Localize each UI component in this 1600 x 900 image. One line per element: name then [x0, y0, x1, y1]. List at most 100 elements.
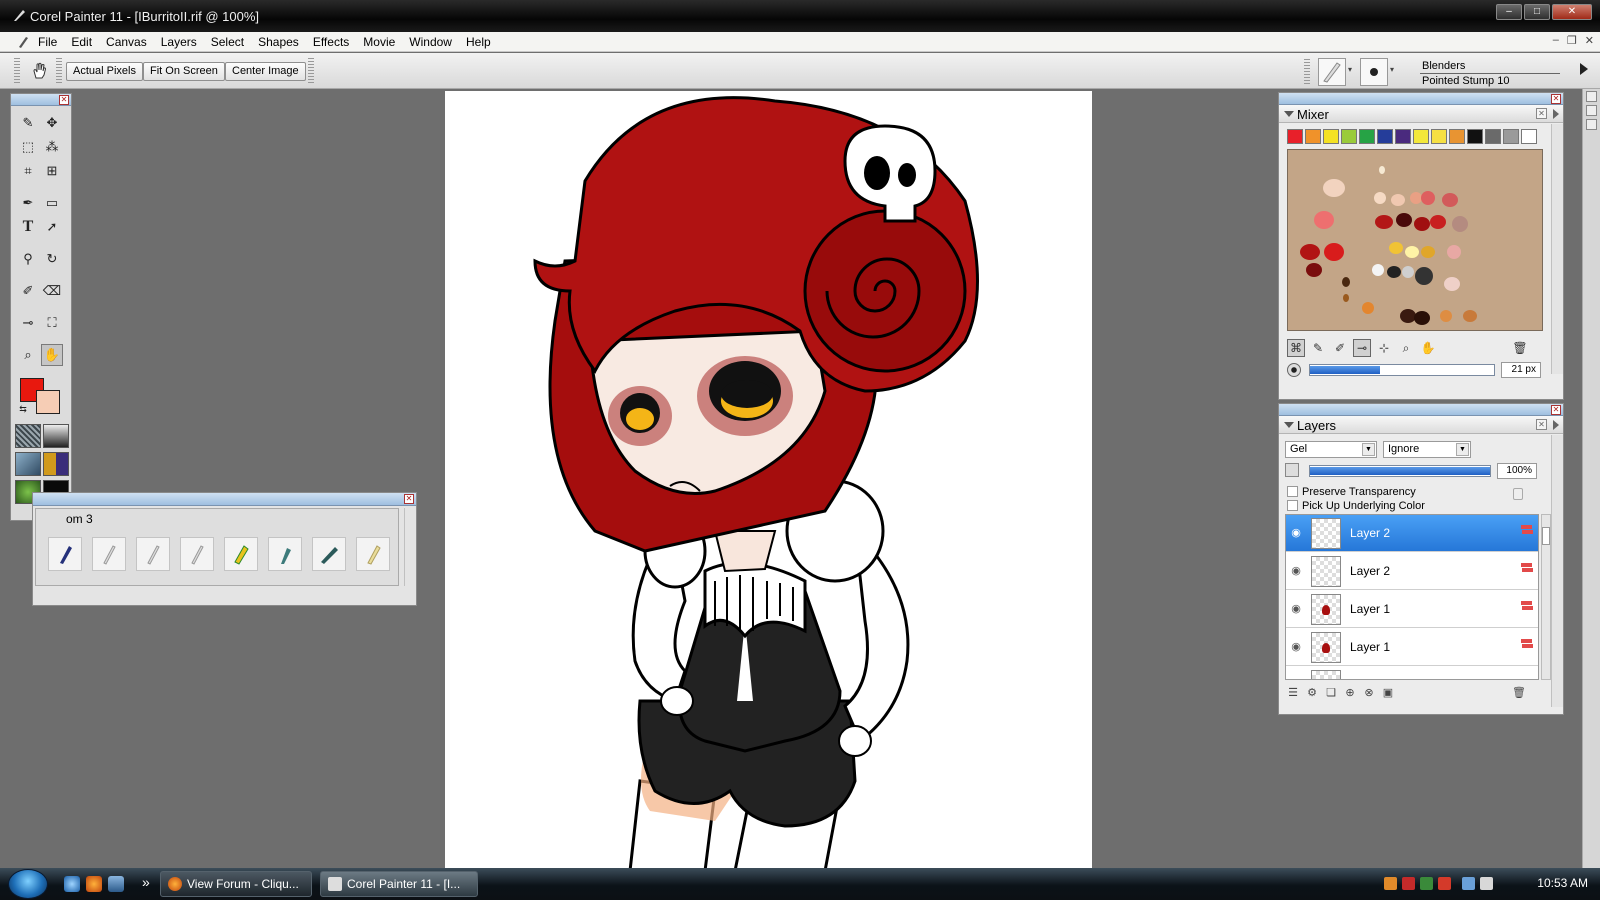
additional-color-swatch[interactable]: [36, 390, 60, 414]
layers-menu-arrow-icon[interactable]: [1553, 420, 1559, 430]
tray-app-icon[interactable]: [1384, 877, 1397, 890]
menu-shapes[interactable]: Shapes: [258, 35, 299, 49]
mixer-color-swatch[interactable]: [1485, 129, 1501, 144]
dirty-brush-icon[interactable]: ✎: [1309, 339, 1327, 357]
taskbar-item-painter[interactable]: Corel Painter 11 - [I...: [320, 871, 478, 897]
eraser-icon[interactable]: ⌫: [41, 280, 63, 302]
tray-app-icon[interactable]: [1420, 877, 1433, 890]
crop-icon[interactable]: ⌗: [17, 160, 39, 182]
mixer-color-swatch[interactable]: [1323, 129, 1339, 144]
layers-scrollbar[interactable]: [1551, 435, 1563, 707]
toolbox-close-icon[interactable]: ✕: [59, 95, 69, 105]
mixer-color-swatch[interactable]: [1341, 129, 1357, 144]
collapse-triangle-icon[interactable]: [1284, 422, 1294, 428]
brush-variant-button[interactable]: [48, 537, 82, 571]
brush-variant-button[interactable]: [268, 537, 302, 571]
menu-file[interactable]: File: [38, 35, 57, 49]
cloner-icon[interactable]: ✐: [17, 280, 39, 302]
pattern-selector[interactable]: [15, 452, 41, 476]
group-layers-icon[interactable]: ❏: [1323, 685, 1339, 701]
brush-variant-button[interactable]: [312, 537, 346, 571]
menu-layers[interactable]: Layers: [161, 35, 197, 49]
transform-icon[interactable]: ⊞: [41, 160, 63, 182]
menu-effects[interactable]: Effects: [313, 35, 349, 49]
lock-icon[interactable]: [1513, 488, 1523, 500]
custom-palette-close-icon[interactable]: ✕: [404, 494, 414, 504]
brush-variant-button[interactable]: [92, 537, 126, 571]
brush-variant-label[interactable]: Pointed Stump 10: [1422, 75, 1509, 87]
layers-panel-topbar[interactable]: ✕: [1279, 404, 1563, 416]
mixer-color-swatch[interactable]: [1431, 129, 1447, 144]
opacity-slider[interactable]: [1309, 465, 1491, 477]
expand-arrow-icon[interactable]: [1580, 63, 1588, 75]
mixer-menu-arrow-icon[interactable]: [1553, 109, 1559, 119]
layers-panel-close-icon[interactable]: ✕: [1536, 419, 1547, 430]
mixer-color-swatch[interactable]: [1305, 129, 1321, 144]
layer-list-scrollbar[interactable]: [1541, 514, 1551, 680]
show-desktop-icon[interactable]: [108, 876, 124, 892]
preserve-transparency-checkbox[interactable]: Preserve Transparency: [1287, 486, 1416, 498]
dock-icon[interactable]: [1586, 91, 1597, 102]
eye-icon[interactable]: ◉: [1289, 564, 1303, 578]
weaving-selector[interactable]: [43, 452, 69, 476]
mixer-scrollbar[interactable]: [1551, 124, 1563, 374]
composite-depth-select[interactable]: Ignore ▼: [1383, 441, 1471, 458]
document-icon[interactable]: [16, 35, 30, 49]
layer-row-partial[interactable]: [1286, 667, 1538, 679]
mixer-color-swatch[interactable]: [1395, 129, 1411, 144]
toolbar-grip[interactable]: [14, 58, 20, 84]
actual-pixels-button[interactable]: Actual Pixels: [66, 62, 143, 81]
sample-multiple-icon[interactable]: ⊹: [1375, 339, 1393, 357]
internet-explorer-icon[interactable]: [64, 876, 80, 892]
grabber-tool-icon[interactable]: ✋: [41, 344, 63, 366]
scroll-thumb[interactable]: [1542, 527, 1550, 545]
layer-row[interactable]: ◉ Layer 2: [1286, 553, 1538, 590]
start-button[interactable]: [8, 869, 48, 899]
mixer-color-swatch[interactable]: [1503, 129, 1519, 144]
mixer-color-swatch[interactable]: [1449, 129, 1465, 144]
layer-mask-icon[interactable]: ▣: [1380, 685, 1396, 701]
minimize-button[interactable]: –: [1496, 4, 1522, 20]
mixer-color-swatch[interactable]: [1377, 129, 1393, 144]
magnifier-icon[interactable]: ⌕: [17, 344, 39, 366]
tray-app-icon[interactable]: [1438, 877, 1451, 890]
network-icon[interactable]: [1462, 877, 1475, 890]
firefox-icon[interactable]: [86, 876, 102, 892]
delete-layer-icon[interactable]: 🗑: [1511, 685, 1527, 701]
dock-icon[interactable]: [1586, 119, 1597, 130]
mixer-pad-tool-icon[interactable]: ⌘: [1287, 339, 1305, 357]
pan-hand-icon[interactable]: ✋: [1419, 339, 1437, 357]
mixer-pad[interactable]: [1287, 149, 1543, 331]
menu-canvas[interactable]: Canvas: [106, 35, 147, 49]
layers-titlebar[interactable]: Layers ✕: [1279, 416, 1563, 434]
eyedropper-icon[interactable]: ⊸: [17, 312, 39, 334]
fit-on-screen-button[interactable]: Fit On Screen: [143, 62, 225, 81]
mixer-brush-size-slider[interactable]: [1309, 364, 1495, 376]
center-image-button[interactable]: Center Image: [225, 62, 306, 81]
chevron-down-icon[interactable]: ▾: [1348, 65, 1352, 74]
tray-app-icon[interactable]: [1402, 877, 1415, 890]
volume-icon[interactable]: [1480, 877, 1493, 890]
composite-method-select[interactable]: Gel ▼: [1285, 441, 1377, 458]
dynamic-plugins-icon[interactable]: ⚙: [1304, 685, 1320, 701]
mixer-close-icon[interactable]: ✕: [1551, 94, 1561, 104]
brush-category-button[interactable]: [1318, 58, 1346, 86]
mixer-color-swatch[interactable]: [1287, 129, 1303, 144]
brush-variant-button[interactable]: [356, 537, 390, 571]
pen-shape-icon[interactable]: ✒: [17, 192, 39, 214]
brush-variant-button[interactable]: [224, 537, 258, 571]
doc-minimize-button[interactable]: –: [1553, 34, 1559, 47]
new-watercolor-layer-icon[interactable]: ⊗: [1361, 685, 1377, 701]
chevron-down-icon[interactable]: ▾: [1390, 65, 1394, 74]
brush-category-label[interactable]: Blenders: [1422, 60, 1465, 72]
quicklaunch-more[interactable]: »: [142, 874, 150, 890]
brush-variant-button[interactable]: [180, 537, 214, 571]
dropper-icon[interactable]: ⚲: [17, 248, 39, 270]
custom-palette-scrollbar[interactable]: [404, 508, 416, 586]
taskbar-item-browser[interactable]: View Forum - Cliqu...: [160, 871, 312, 897]
mixer-color-swatch[interactable]: [1413, 129, 1429, 144]
apply-color-icon[interactable]: ✐: [1331, 339, 1349, 357]
layer-adjuster-icon[interactable]: ✥: [41, 112, 63, 134]
magic-wand-icon[interactable]: ⁂: [41, 136, 63, 158]
menu-help[interactable]: Help: [466, 35, 491, 49]
